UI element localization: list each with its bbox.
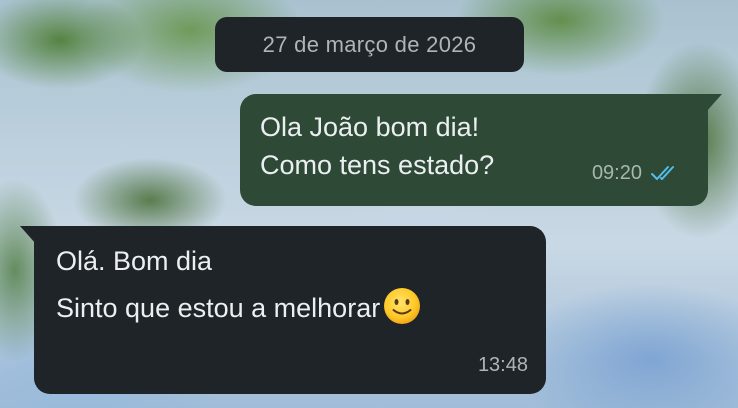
date-separator: 27 de março de 2026 (215, 17, 524, 72)
outgoing-message-bubble[interactable]: Ola João bom dia! Como tens estado? 09:2… (240, 94, 722, 206)
message-text-line: Olá. Bom dia (56, 246, 213, 276)
message-time: 13:48 (477, 354, 528, 376)
incoming-message-bubble[interactable]: Olá. Bom dia Sinto que estou a melhorar … (20, 226, 546, 394)
message-time: 09:20 (591, 162, 642, 184)
date-separator-label: 27 de março de 2026 (262, 31, 477, 57)
message-text: Sinto que estou a melhorar (56, 293, 381, 323)
message-meta: 13:48 (478, 346, 528, 384)
double-check-icon (651, 166, 674, 180)
message-text-line: Ola João bom dia! (260, 112, 480, 142)
message-text-line: Sinto que estou a melhorar (56, 286, 524, 327)
slightly-smiling-face-icon (384, 288, 421, 324)
message-meta: 09:20 (592, 154, 684, 192)
